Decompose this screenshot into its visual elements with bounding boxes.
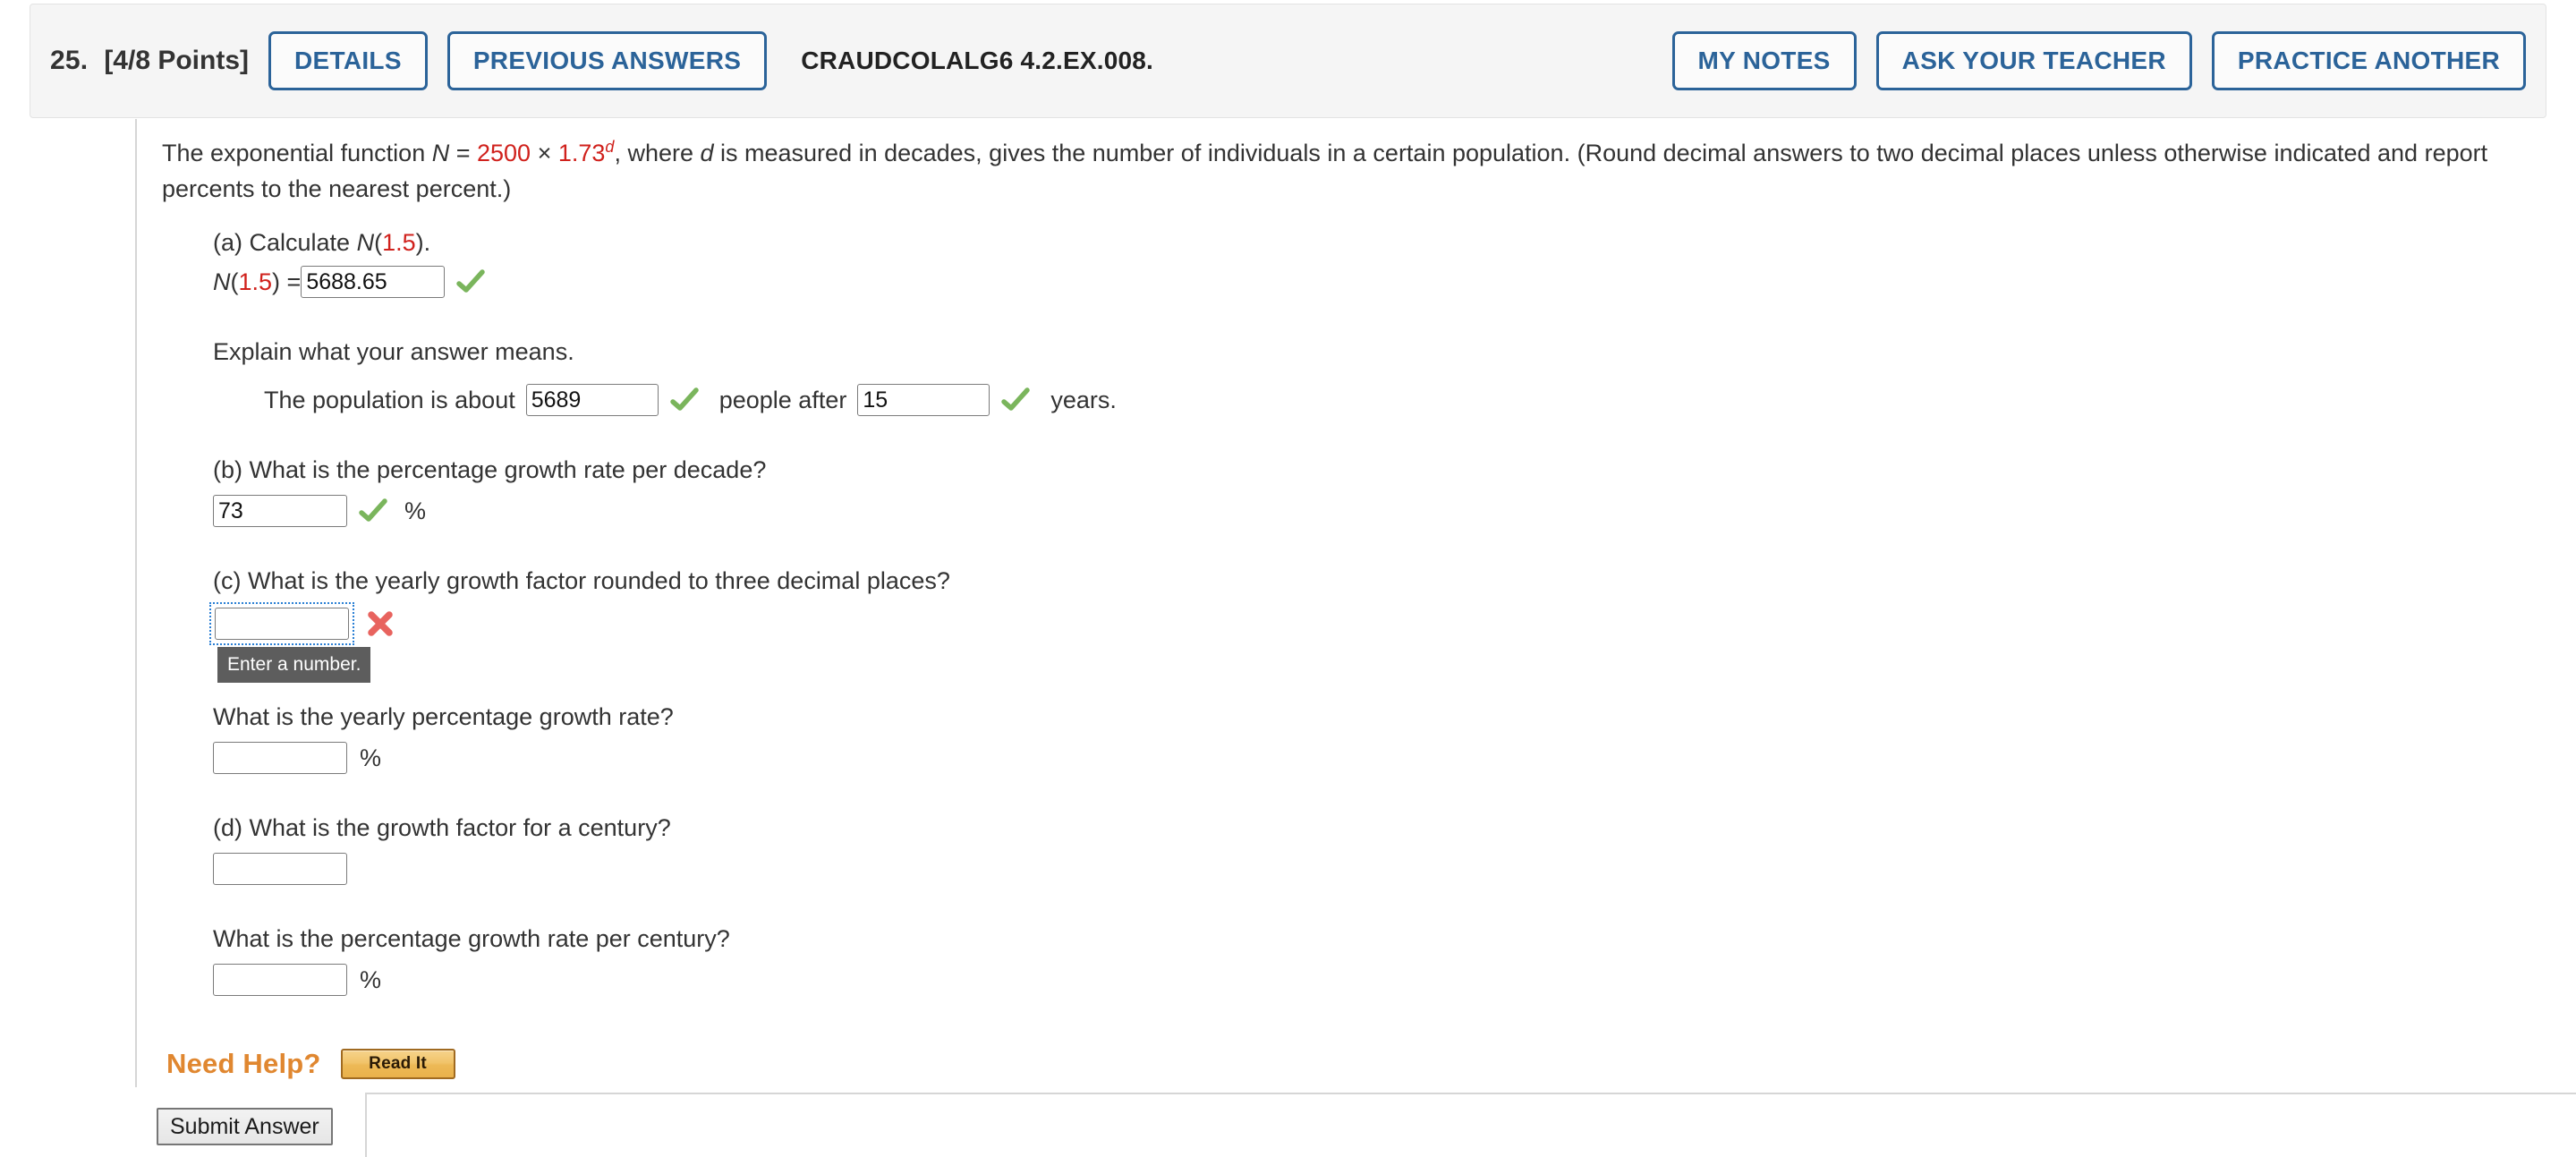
part-a-answer-input[interactable] [301, 266, 446, 298]
footer-panel [365, 1093, 2576, 1157]
problem-statement: The exponential function N = 2500 × 1.73… [162, 135, 2524, 207]
stem-text-1: The exponential function [162, 140, 432, 166]
part-a-prompt: (a) Calculate N(1.5). [213, 226, 2576, 259]
correct-check-icon [455, 267, 486, 297]
part-a-answer-row: N(1.5) = [213, 266, 2576, 298]
question-content: The exponential function N = 2500 × 1.73… [137, 119, 2576, 1080]
practice-another-button[interactable]: PRACTICE ANOTHER [2211, 31, 2526, 90]
exercise-code: CRAUDCOLALG6 4.2.EX.008. [801, 47, 1153, 74]
part-a-explanation-row: The population is about people after yea… [264, 384, 2576, 416]
part-d-answer-input[interactable] [213, 853, 347, 885]
part-c-answer-row [209, 602, 2576, 645]
part-b-answer-input[interactable] [213, 495, 347, 527]
part-b-unit: % [404, 497, 427, 524]
part-b-answer-row: % [213, 495, 2576, 527]
part-a-prompt-arg: 1.5 [382, 229, 416, 256]
part-c-sub-answer-input[interactable] [213, 742, 347, 774]
population-input[interactable] [525, 384, 659, 416]
submit-answer-button[interactable]: Submit Answer [157, 1108, 333, 1145]
ask-your-teacher-button[interactable]: ASK YOUR TEACHER [1875, 31, 2192, 90]
my-notes-button[interactable]: MY NOTES [1671, 31, 1857, 90]
stem-coefficient: 2500 [477, 140, 531, 166]
part-d-sub-answer-input[interactable] [213, 964, 347, 996]
validation-tooltip: Enter a number. [217, 647, 371, 683]
stem-variable-n: N [431, 140, 450, 166]
read-it-button[interactable]: Read It [340, 1049, 455, 1079]
question-number: 25. [50, 46, 89, 75]
stem-variable-d: d [700, 140, 714, 166]
explanation-text-2: people after [718, 386, 847, 413]
correct-check-icon [669, 385, 700, 415]
part-d-section: (d) What is the growth factor for a cent… [213, 812, 2576, 996]
part-a-prompt-open: ( [374, 229, 383, 256]
correct-check-icon [358, 496, 388, 526]
part-d-subprompt: What is the percentage growth rate per c… [213, 925, 730, 952]
part-a-eq-open: ( [230, 268, 239, 295]
part-a-explain-prompt: Explain what your answer means. [213, 338, 574, 365]
part-c-sub-unit: % [360, 744, 382, 771]
incorrect-cross-icon [365, 608, 395, 639]
part-c-section: (c) What is the yearly growth factor rou… [209, 565, 2576, 774]
part-a-prompt-prefix: (a) Calculate [213, 229, 357, 256]
part-a-eq-arg: 1.5 [238, 268, 273, 295]
need-help-row: Need Help? Read It [166, 1048, 2576, 1080]
part-c-subprompt: What is the yearly percentage growth rat… [213, 703, 674, 730]
stem-text-3: × [531, 140, 558, 166]
stem-text-2: = [449, 140, 477, 166]
explanation-text-1: The population is about [264, 386, 515, 413]
header-left-group: 25. [4/8 Points] DETAILS PREVIOUS ANSWER… [50, 31, 1653, 90]
part-d-sub-answer-row: % [213, 964, 2576, 996]
stem-text-4: , where [614, 140, 701, 166]
need-help-label: Need Help? [166, 1048, 321, 1079]
part-b-section: (b) What is the percentage growth rate p… [213, 454, 2576, 527]
points-badge: [4/8 Points] [104, 46, 250, 75]
part-a-eq-close: ) = [272, 268, 302, 295]
header-right-group: MY NOTES ASK YOUR TEACHER PRACTICE ANOTH… [1653, 31, 2526, 90]
part-c-answer-input[interactable] [215, 608, 349, 640]
part-b-prompt: (b) What is the percentage growth rate p… [213, 456, 767, 483]
part-c-prompt: (c) What is the yearly growth factor rou… [213, 567, 950, 594]
part-a-prompt-close: ). [415, 229, 431, 256]
part-d-prompt: (d) What is the growth factor for a cent… [213, 814, 671, 841]
part-d-answer-row [213, 853, 2576, 885]
part-c-sub-answer-row: % [213, 742, 2576, 774]
read-it-label: Read It [369, 1054, 427, 1073]
part-a-section: (a) Calculate N(1.5). N(1.5) = Explain w… [213, 226, 2576, 416]
details-button[interactable]: DETAILS [268, 31, 428, 90]
stem-exponent: d [605, 138, 615, 156]
question-body: The exponential function N = 2500 × 1.73… [135, 119, 2576, 1087]
explanation-text-3: years. [1050, 386, 1117, 413]
years-input[interactable] [857, 384, 990, 416]
correct-check-icon [1000, 385, 1031, 415]
part-d-sub-unit: % [360, 966, 382, 993]
part-a-prompt-fn: N [356, 229, 375, 256]
question-header-panel: 25. [4/8 Points] DETAILS PREVIOUS ANSWER… [30, 4, 2546, 118]
part-a-equation-label: N(1.5) = [213, 268, 301, 296]
part-a-eq-fn: N [213, 268, 231, 295]
part-c-focus-outline [209, 602, 354, 645]
stem-base: 1.73 [557, 140, 606, 166]
previous-answers-button[interactable]: PREVIOUS ANSWERS [446, 31, 768, 90]
